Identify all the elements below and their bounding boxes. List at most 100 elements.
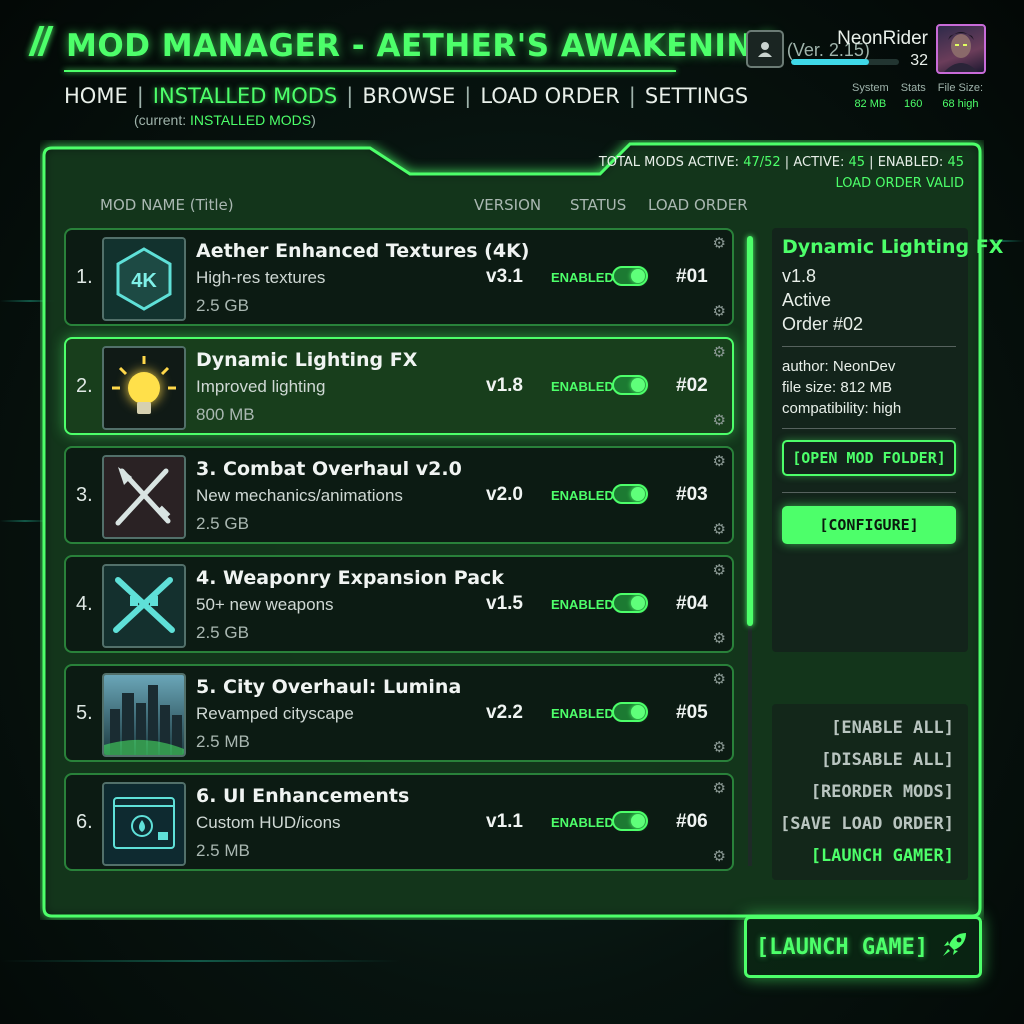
scrollbar-thumb[interactable] [747, 236, 753, 626]
mod-number: 6. [76, 811, 93, 833]
mod-status: ENABLED [551, 379, 614, 394]
mod-status: ENABLED [551, 270, 614, 285]
nav-separator: | [136, 84, 144, 108]
detail-divider [782, 428, 956, 429]
stat-label: System [852, 82, 889, 94]
summary-active-label: ACTIVE: [793, 155, 845, 170]
mod-enable-toggle[interactable] [612, 266, 648, 286]
mod-enable-toggle[interactable] [612, 484, 648, 504]
mod-description: Improved lighting [196, 377, 326, 396]
mod-row[interactable]: 5. 5. City Overhaul: Lumina Revamped citys… [64, 664, 734, 762]
mod-row[interactable]: 3. 3. Combat Overhaul v2.0 New mechanics/a… [64, 446, 734, 544]
app-header: MOD MANAGER - AETHER'S AWAKENING (Ver. 2… [28, 26, 870, 64]
mods-summary: TOTAL MODS ACTIVE: 47/52 | ACTIVE: 45 | … [599, 152, 964, 194]
hud-window-icon [102, 782, 186, 866]
user-stats: System 82 MB Stats 160 File Size: 68 high [852, 82, 983, 110]
nav-current-prefix: (current: [134, 112, 191, 128]
mod-row[interactable]: 4. 4. Weaponry Expansion Pack 50+ new weap… [64, 555, 734, 653]
mod-enable-toggle[interactable] [612, 702, 648, 722]
detail-divider [782, 346, 956, 347]
nav-current-value: INSTALLED MODS [190, 112, 312, 128]
stat-label: File Size: [937, 82, 984, 94]
app-logo-icon [28, 26, 54, 56]
mod-row[interactable]: 1. 4K Aether Enhanced Textures (4K) High-re… [64, 228, 734, 326]
reorder-mods-button[interactable]: [REORDER MODS] [811, 782, 954, 802]
gear-icon[interactable]: ⚙ [713, 738, 726, 756]
gear-icon[interactable]: ⚙ [713, 302, 726, 320]
nav-load-order[interactable]: LOAD ORDER [480, 84, 619, 108]
mod-load-order: #03 [676, 484, 708, 505]
gear-icon[interactable]: ⚙ [713, 234, 726, 252]
mod-description: Custom HUD/icons [196, 813, 341, 832]
mod-version: v2.2 [486, 702, 523, 723]
column-header-status[interactable]: STATUS [570, 196, 626, 214]
nav-separator: | [464, 84, 472, 108]
detail-title: Dynamic Lighting FX [782, 236, 1004, 258]
rocket-icon [940, 929, 970, 965]
summary-counts: TOTAL MODS ACTIVE: 47/52 | ACTIVE: 45 | … [599, 152, 964, 173]
launch-game-label: [LAUNCH GAME] [755, 934, 929, 960]
mod-name: Dynamic Lighting FX [196, 349, 418, 371]
nav-installed-mods[interactable]: INSTALLED MODS [153, 84, 337, 108]
configure-button[interactable]: [CONFIGURE] [782, 506, 956, 544]
badge-text: 4K [131, 270, 157, 292]
mod-row[interactable]: 6. 6. UI Enhancements Custom HUD/icons 2.5 … [64, 773, 734, 871]
user-icon[interactable] [746, 30, 784, 68]
stat-file-size: File Size: 68 high [938, 82, 983, 110]
column-header-name[interactable]: MOD NAME (Title) [100, 196, 234, 214]
gear-icon[interactable]: ⚙ [713, 779, 726, 797]
mod-enable-toggle[interactable] [612, 593, 648, 613]
mod-row[interactable]: 2. Dynamic Lighting FX Improved lighting 80… [64, 337, 734, 435]
summary-active-value: 45 [848, 155, 866, 170]
mod-description: Revamped cityscape [196, 704, 354, 723]
load-order-status: LOAD ORDER VALID [835, 176, 964, 191]
gear-icon[interactable]: ⚙ [713, 343, 726, 361]
nav-browse[interactable]: BROWSE [362, 84, 455, 108]
title-underline [64, 70, 676, 72]
mod-name: 6. UI Enhancements [196, 785, 410, 807]
mod-load-order: #02 [676, 375, 708, 396]
mod-size: 2.5 GB [196, 514, 249, 533]
mod-version: v1.5 [486, 593, 523, 614]
gear-icon[interactable]: ⚙ [713, 670, 726, 688]
gear-icon[interactable]: ⚙ [713, 520, 726, 538]
mod-size: 2.5 GB [196, 296, 249, 315]
stat-stats: Stats 160 [901, 82, 926, 110]
mod-name: Aether Enhanced Textures (4K) [196, 240, 530, 262]
mod-size: 2.5 MB [196, 732, 250, 751]
mod-enable-toggle[interactable] [612, 375, 648, 395]
launch-game-button[interactable]: [LAUNCH GAME] [744, 916, 982, 978]
stat-label: Stats [900, 82, 926, 94]
avatar[interactable] [936, 24, 986, 74]
mod-load-order: #04 [676, 593, 708, 614]
nav-home[interactable]: HOME [64, 84, 128, 108]
launch-gamer-button[interactable]: [LAUNCH GAMER] [811, 846, 954, 866]
gear-icon[interactable]: ⚙ [713, 847, 726, 865]
gear-icon[interactable]: ⚙ [713, 411, 726, 429]
gear-icon[interactable]: ⚙ [713, 561, 726, 579]
save-load-order-button[interactable]: [SAVE LOAD ORDER] [780, 814, 954, 834]
city-skyline-icon [102, 673, 186, 757]
gear-icon[interactable]: ⚙ [713, 629, 726, 647]
summary-separator: | [869, 155, 874, 170]
open-mod-folder-button[interactable]: [OPEN MOD FOLDER] [782, 440, 956, 476]
toggle-knob [631, 378, 645, 392]
mod-load-order: #01 [676, 266, 708, 287]
enable-all-button[interactable]: [ENABLE ALL] [831, 718, 954, 738]
lightbulb-icon [102, 346, 186, 430]
detail-state: Active [782, 290, 832, 310]
mod-number: 4. [76, 593, 93, 615]
mod-size: 800 MB [196, 405, 255, 424]
mod-version: v2.0 [486, 484, 523, 505]
column-header-version[interactable]: VERSION [474, 196, 541, 214]
summary-total-value: 47/52 [743, 155, 781, 170]
disable-all-button[interactable]: [DISABLE ALL] [821, 750, 954, 770]
column-header-load-order[interactable]: LOAD ORDER [648, 196, 748, 214]
gear-icon[interactable]: ⚙ [713, 452, 726, 470]
mod-status: ENABLED [551, 815, 614, 830]
summary-enabled-label: ENABLED: [877, 155, 944, 170]
nav-settings[interactable]: SETTINGS [645, 84, 748, 108]
4k-texture-icon: 4K [102, 237, 186, 321]
mod-status: ENABLED [551, 706, 614, 721]
mod-enable-toggle[interactable] [612, 811, 648, 831]
